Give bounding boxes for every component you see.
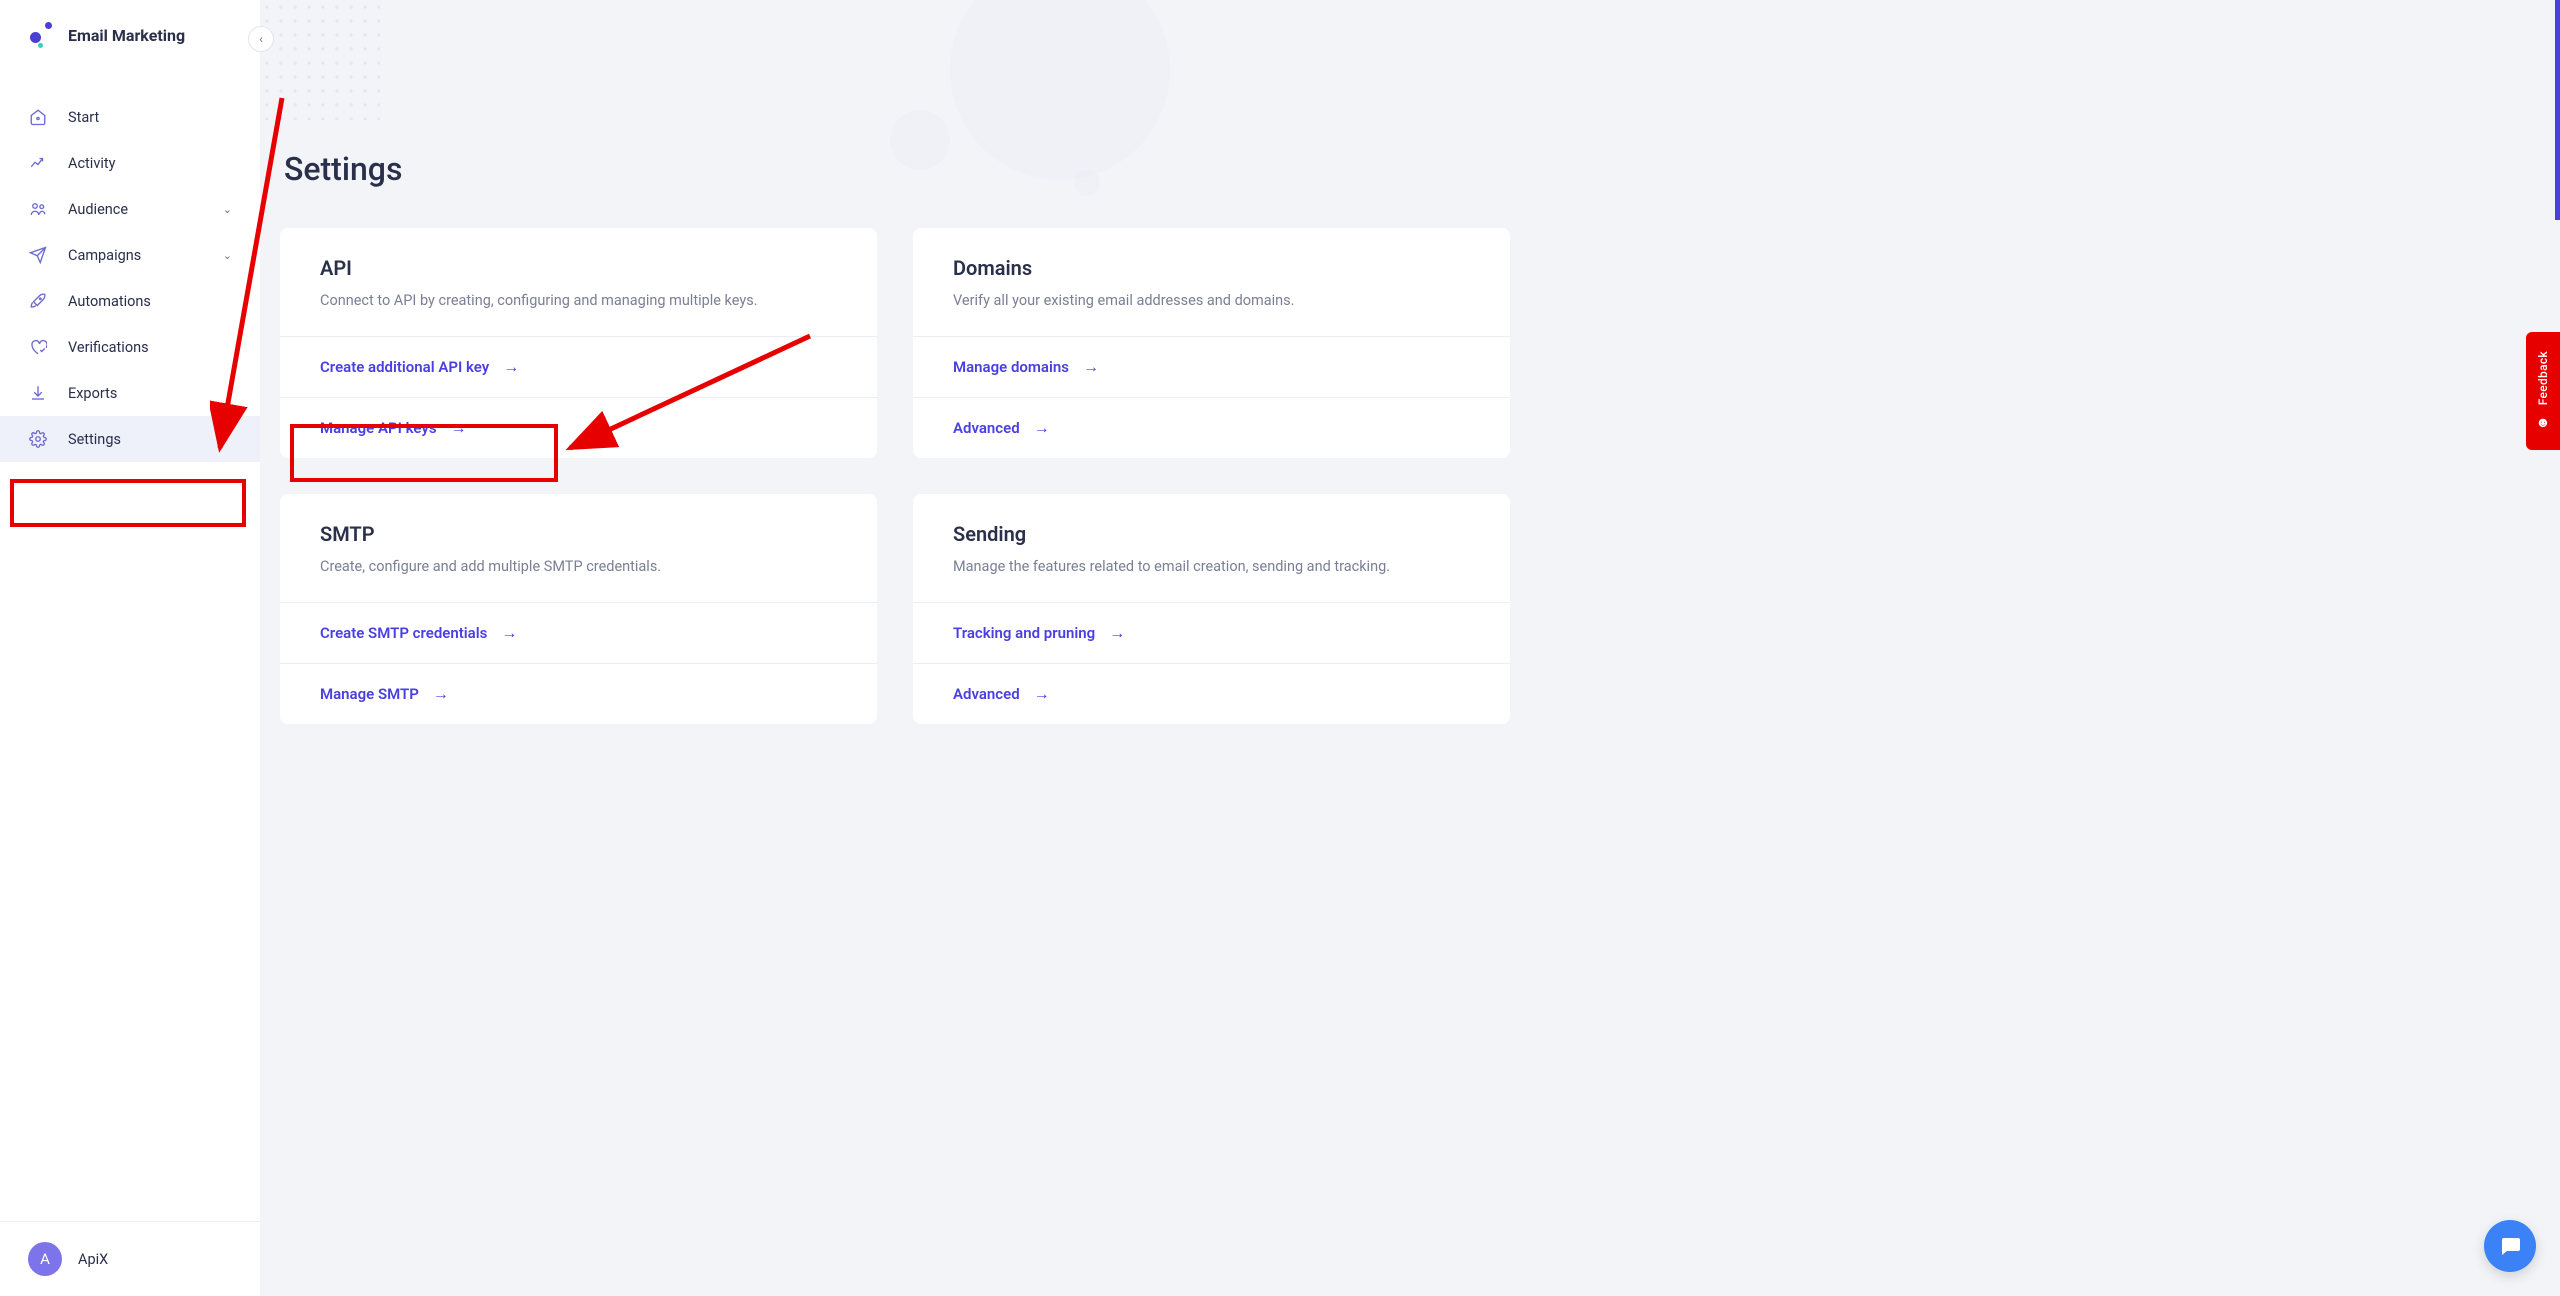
sidebar-header: Email Marketing [0, 0, 260, 70]
sidebar-item-automations[interactable]: Automations [0, 278, 260, 324]
sidebar-item-label: Audience [68, 201, 203, 218]
link-sending-advanced[interactable]: Advanced → [913, 663, 1510, 724]
card-link-label: Tracking and pruning [953, 624, 1095, 642]
sidebar-item-start[interactable]: Start [0, 94, 260, 140]
arrow-right-icon: → [1083, 357, 1099, 377]
card-title: Sending [953, 522, 1470, 546]
arrow-right-icon: → [1034, 418, 1050, 438]
send-icon [28, 245, 48, 265]
decorative-dots [260, 0, 380, 120]
card-title: API [320, 256, 837, 280]
card-description: Manage the features related to email cre… [953, 556, 1470, 578]
card-link-label: Manage API keys [320, 419, 437, 437]
sidebar-item-label: Start [68, 109, 232, 126]
sidebar-item-label: Automations [68, 293, 232, 310]
card-link-label: Advanced [953, 685, 1020, 703]
rocket-icon [28, 291, 48, 311]
app-title: Email Marketing [68, 26, 185, 45]
arrow-right-icon: → [503, 357, 519, 377]
sidebar-item-label: Exports [68, 385, 232, 402]
sidebar-item-label: Campaigns [68, 247, 203, 264]
card-link-label: Manage domains [953, 358, 1069, 376]
settings-cards-grid: API Connect to API by creating, configur… [280, 228, 1510, 724]
sidebar-collapse-button[interactable]: ‹ [248, 26, 274, 52]
link-create-api-key[interactable]: Create additional API key → [280, 336, 877, 397]
sidebar-item-campaigns[interactable]: Campaigns ⌄ [0, 232, 260, 278]
page-title: Settings [284, 150, 1510, 188]
link-manage-api-keys[interactable]: Manage API keys → [280, 397, 877, 458]
link-manage-domains[interactable]: Manage domains → [913, 336, 1510, 397]
heart-check-icon [28, 337, 48, 357]
sidebar-item-verifications[interactable]: Verifications [0, 324, 260, 370]
people-icon [28, 199, 48, 219]
card-link-label: Advanced [953, 419, 1020, 437]
chevron-down-icon: ⌄ [223, 203, 232, 216]
gear-icon [28, 429, 48, 449]
link-manage-smtp[interactable]: Manage SMTP → [280, 663, 877, 724]
link-tracking-pruning[interactable]: Tracking and pruning → [913, 602, 1510, 663]
card-description: Verify all your existing email addresses… [953, 290, 1470, 312]
sidebar-item-audience[interactable]: Audience ⌄ [0, 186, 260, 232]
chart-icon [28, 153, 48, 173]
download-icon [28, 383, 48, 403]
sidebar-footer[interactable]: A ApiX [0, 1221, 260, 1296]
sidebar-item-settings[interactable]: Settings [0, 416, 260, 462]
settings-card-api: API Connect to API by creating, configur… [280, 228, 877, 458]
card-link-label: Manage SMTP [320, 685, 419, 703]
feedback-label: Feedback [2536, 351, 2550, 405]
scrollbar-accent [2555, 0, 2560, 220]
arrow-right-icon: → [433, 684, 449, 704]
avatar: A [28, 1242, 62, 1276]
main-content: Settings API Connect to API by creating,… [260, 0, 1550, 770]
sidebar: Email Marketing Start Activity Audience … [0, 0, 260, 1296]
sidebar-item-label: Activity [68, 155, 232, 172]
home-icon [28, 107, 48, 127]
card-link-label: Create SMTP credentials [320, 624, 487, 642]
sidebar-item-label: Settings [68, 431, 232, 448]
arrow-right-icon: → [451, 418, 467, 438]
chevron-down-icon: ⌄ [223, 249, 232, 262]
app-logo-icon [28, 22, 54, 48]
card-title: SMTP [320, 522, 837, 546]
card-title: Domains [953, 256, 1470, 280]
arrow-right-icon: → [501, 623, 517, 643]
card-description: Connect to API by creating, configuring … [320, 290, 837, 312]
link-domains-advanced[interactable]: Advanced → [913, 397, 1510, 458]
feedback-tab[interactable]: Feedback ☻ [2526, 332, 2560, 450]
card-link-label: Create additional API key [320, 358, 489, 376]
settings-card-smtp: SMTP Create, configure and add multiple … [280, 494, 877, 724]
arrow-right-icon: → [1034, 684, 1050, 704]
smile-icon: ☻ [2536, 414, 2551, 431]
settings-card-sending: Sending Manage the features related to e… [913, 494, 1510, 724]
sidebar-item-activity[interactable]: Activity [0, 140, 260, 186]
sidebar-item-label: Verifications [68, 339, 232, 356]
arrow-right-icon: → [1109, 623, 1125, 643]
card-description: Create, configure and add multiple SMTP … [320, 556, 837, 578]
chat-widget-button[interactable] [2484, 1220, 2536, 1272]
user-name: ApiX [78, 1251, 108, 1268]
link-create-smtp[interactable]: Create SMTP credentials → [280, 602, 877, 663]
sidebar-item-exports[interactable]: Exports [0, 370, 260, 416]
nav-list: Start Activity Audience ⌄ Campaigns ⌄ Au… [0, 70, 260, 1221]
settings-card-domains: Domains Verify all your existing email a… [913, 228, 1510, 458]
